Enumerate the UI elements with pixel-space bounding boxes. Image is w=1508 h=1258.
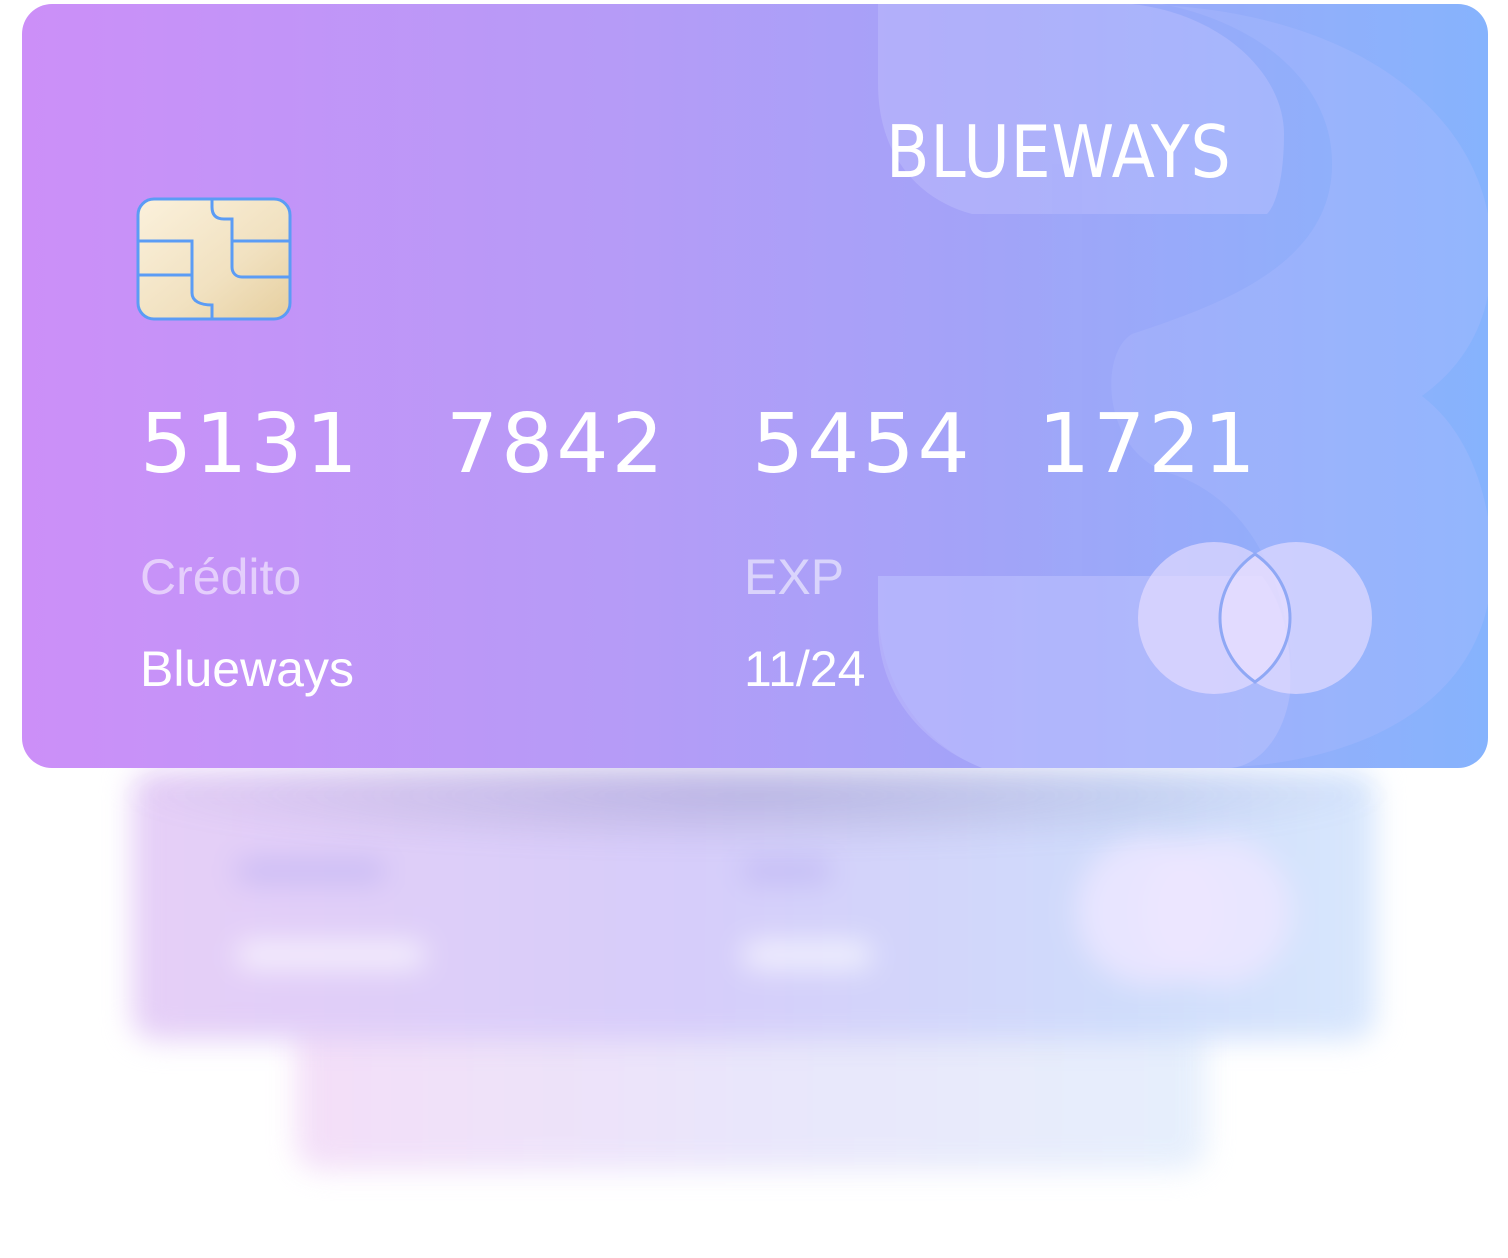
emv-chip-icon	[136, 197, 292, 321]
ghost-value	[742, 942, 872, 968]
expiry-value: 11/24	[744, 641, 866, 697]
card-number-group-3: 5454	[752, 397, 973, 492]
ghost-circle	[1142, 836, 1292, 986]
ghost-value	[236, 942, 426, 968]
card-number-group-1: 5131	[140, 397, 361, 492]
card-network-circles-icon	[1138, 542, 1372, 694]
credit-card[interactable]: BLUEWAYS 5131 7842 5454 1721 Crédito Blu…	[22, 4, 1488, 768]
ghost-label	[236, 860, 386, 882]
card-number-group-4: 1721	[1038, 397, 1259, 492]
expiry-label: EXP	[744, 549, 845, 605]
card-stack: BLUEWAYS 5131 7842 5454 1721 Crédito Blu…	[0, 0, 1508, 1258]
card-type-label: Crédito	[140, 549, 302, 605]
card-brand: BLUEWAYS	[886, 110, 1232, 194]
ghost-label	[742, 860, 832, 882]
card-holder-name: Blueways	[140, 641, 354, 697]
card-number-group-2: 7842	[446, 397, 667, 492]
